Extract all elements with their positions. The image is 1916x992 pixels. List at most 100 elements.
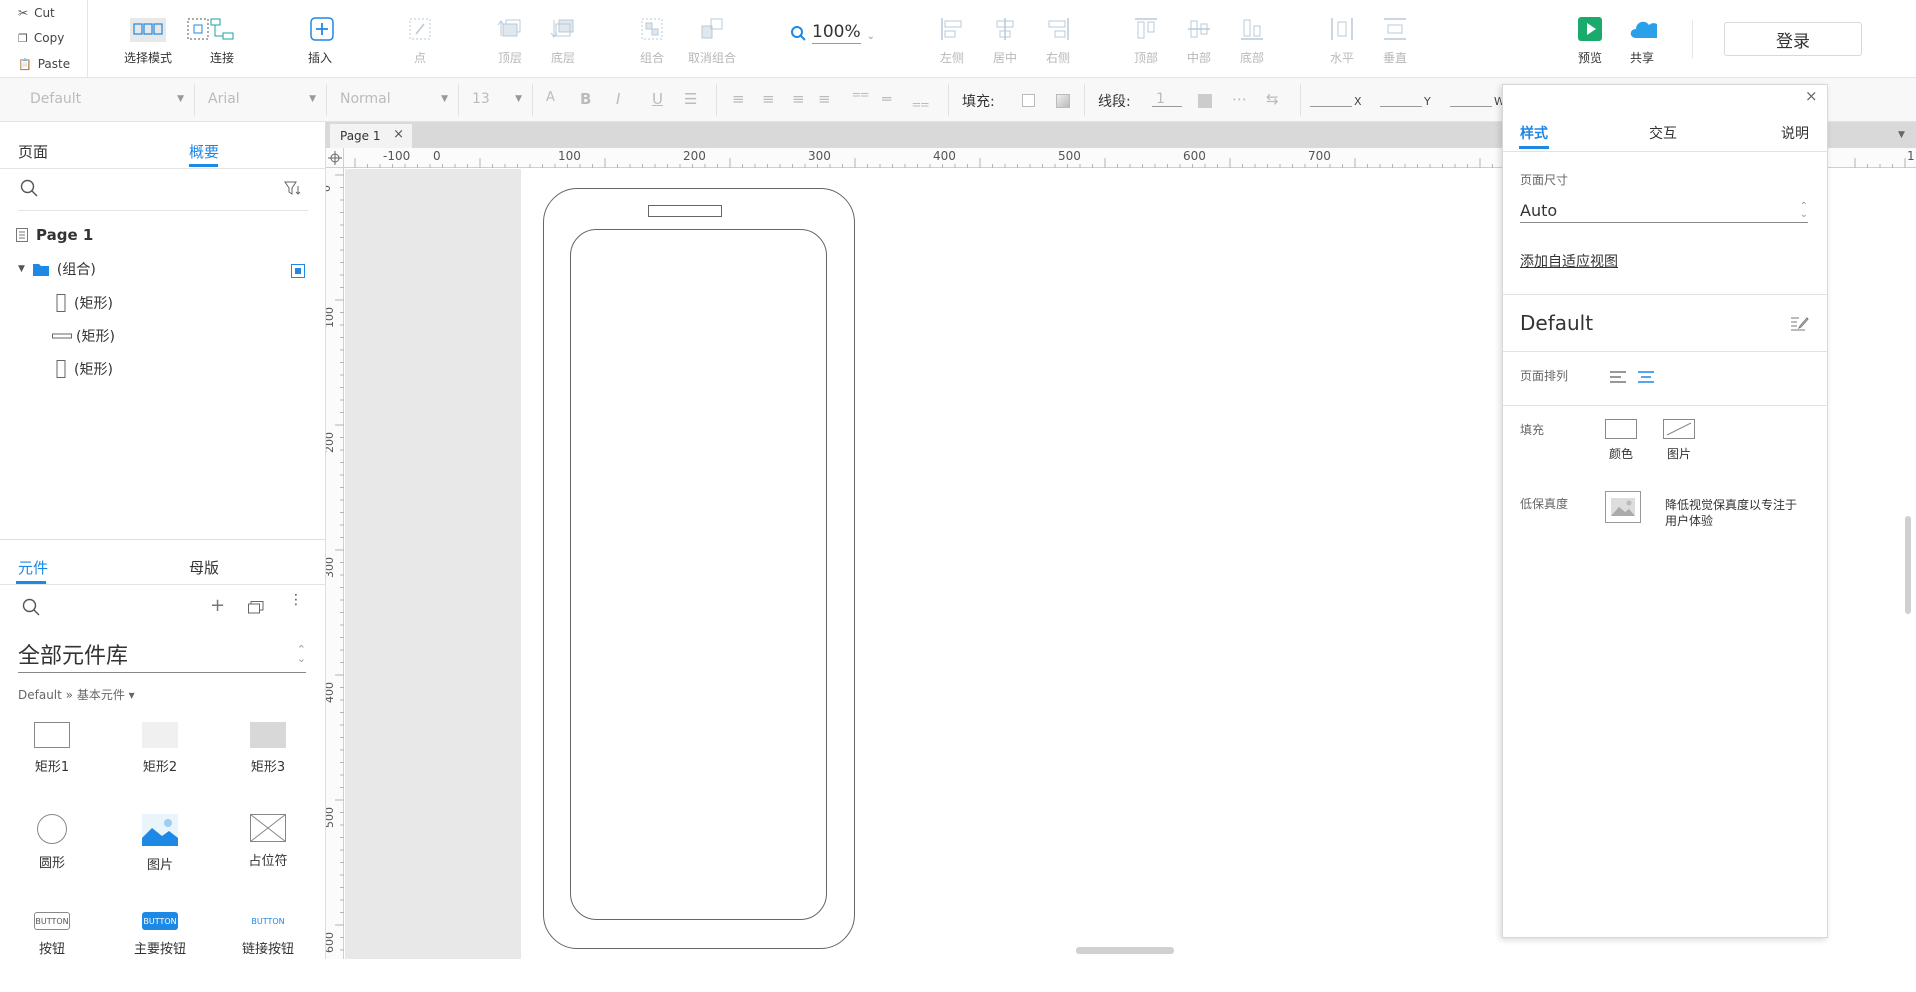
ruler-label: 200 [683,149,706,163]
tree-item-rect[interactable]: (矩形) [56,292,113,314]
tree-item-page[interactable]: Page 1 [16,224,93,246]
font-size-select[interactable]: 13 ▼ [462,88,522,110]
widget-placeholder[interactable]: 占位符 [228,814,308,894]
tab-outline[interactable]: 概要 [189,141,219,162]
x-input[interactable] [1310,106,1352,107]
widget-button[interactable]: BUTTON 按钮 [12,912,92,992]
tab-interactions[interactable]: 交互 [1649,123,1677,143]
login-button[interactable]: 登录 [1724,22,1862,56]
add-adaptive-view-link[interactable]: 添加自适应视图 [1520,251,1618,271]
phone-screen-rect[interactable] [570,229,827,920]
preview-button[interactable]: 预览 [1560,14,1620,70]
tab-widgets[interactable]: 元件 [18,557,48,578]
send-to-back-button[interactable]: 底层 [533,14,593,70]
page-tab[interactable]: Page 1 × [330,124,412,148]
fill-color-swatch[interactable] [1022,94,1035,107]
filter-icon[interactable] [284,180,302,196]
text-align-left-icon[interactable]: ≡ [732,90,745,108]
align-bottom-button[interactable]: 底部 [1222,14,1282,70]
tree-item-rect[interactable]: (矩形) [52,325,115,347]
zoom-control[interactable]: 100% ⌄ [790,22,875,44]
widget-circle[interactable]: 圆形 [12,814,92,894]
scissors-icon: ✂ [18,6,29,20]
align-left-button[interactable]: 左侧 [922,14,982,70]
select-contained-button[interactable] [140,14,209,44]
arrow-style-icon[interactable]: ⇆ [1266,90,1279,108]
copy-button[interactable]: ❐ Copy [18,28,64,48]
cut-button[interactable]: ✂ Cut [18,3,55,23]
ruler-origin[interactable] [326,148,344,168]
widget-rectangle3[interactable]: 矩形3 [228,722,308,802]
font-weight-select[interactable]: Normal ▼ [330,88,448,110]
underline-icon[interactable]: U [652,90,663,108]
close-icon[interactable]: × [1805,87,1818,105]
w-input[interactable] [1450,106,1492,107]
stroke-dash-icon[interactable]: ⋯ [1232,90,1247,108]
vertical-scrollbar[interactable] [1905,516,1911,614]
lowfi-toggle[interactable] [1605,491,1641,523]
tree-item-rect[interactable]: (矩形) [56,358,113,380]
phone-speaker-rect[interactable] [648,205,722,217]
group-button[interactable]: 组合 [622,14,682,70]
bring-front-icon [495,14,525,44]
valign-bottom-icon[interactable]: ⩵ [912,94,929,112]
font-color-icon[interactable]: A [546,90,555,105]
library-breadcrumb[interactable]: Default » 基本元件 ▾ [18,686,135,703]
align-center-button[interactable]: 居中 [975,14,1035,70]
fill-image-option[interactable]: 图片 [1663,419,1695,462]
phone-frame-group[interactable] [522,184,862,954]
selection-indicator-icon[interactable] [291,264,305,278]
horizontal-scrollbar[interactable] [1076,947,1174,954]
widget-link-button[interactable]: BUTTON 链接按钮 [228,912,308,992]
distribute-horizontal-button[interactable]: 水平 [1312,14,1372,70]
library-manager-icon[interactable] [248,600,264,614]
library-select[interactable]: 全部元件库 ⌃ ⌄ [18,638,306,673]
fill-color-option[interactable]: 颜色 [1605,419,1637,462]
paste-button[interactable]: 📋 Paste [18,54,70,74]
page-align-left-icon[interactable] [1609,370,1627,384]
widget-rectangle1[interactable]: 矩形1 [12,722,92,802]
text-align-right-icon[interactable]: ≡ [792,90,805,108]
widget-image[interactable]: 图片 [120,814,200,894]
add-library-icon[interactable]: + [210,595,225,616]
italic-icon[interactable]: I [616,90,620,108]
fill-gradient-swatch[interactable] [1056,94,1070,108]
text-justify-icon[interactable]: ≡ [818,90,831,108]
distribute-vertical-button[interactable]: 垂直 [1365,14,1425,70]
stroke-width-input[interactable]: 1 [1156,91,1165,107]
page-list-dropdown-icon[interactable]: ▼ [1898,130,1905,140]
tab-pages[interactable]: 页面 [18,141,48,162]
bold-icon[interactable]: B [580,90,591,108]
more-options-icon[interactable]: ⋮ [289,593,303,607]
share-button[interactable]: 共享 [1612,14,1672,70]
tab-style[interactable]: 样式 [1520,123,1548,143]
close-icon[interactable]: × [393,127,404,142]
insert-button[interactable]: 插入 [290,14,350,70]
align-top-button[interactable]: 顶部 [1116,14,1176,70]
connect-button[interactable]: 连接 [192,14,252,70]
align-right-button[interactable]: 右侧 [1028,14,1088,70]
search-icon[interactable] [20,179,38,197]
tab-notes[interactable]: 说明 [1781,123,1809,143]
page-size-select[interactable]: Auto ⌃ ⌄ [1520,201,1808,223]
point-button[interactable]: 点 [390,14,450,70]
edit-style-icon[interactable] [1789,314,1809,332]
widget-primary-button[interactable]: BUTTON 主要按钮 [120,912,200,992]
divider [1084,84,1085,116]
font-select[interactable]: Arial ▼ [200,88,316,110]
valign-middle-icon[interactable]: ═ [882,90,891,108]
style-select[interactable]: Default ▼ [14,88,184,110]
align-middle-button[interactable]: 中部 [1169,14,1229,70]
bring-to-front-button[interactable]: 顶层 [480,14,540,70]
text-align-center-icon[interactable]: ≡ [762,90,775,108]
search-icon[interactable] [22,598,40,616]
widget-rectangle2[interactable]: 矩形2 [120,722,200,802]
tab-masters[interactable]: 母版 [189,557,219,578]
bullet-list-icon[interactable]: ☰ [684,90,697,108]
valign-top-icon[interactable]: ⩵ [852,84,869,102]
stroke-color-swatch[interactable] [1198,94,1212,108]
tree-item-group[interactable]: ▼ (组合) [18,258,96,280]
y-input[interactable] [1380,106,1422,107]
ungroup-button[interactable]: 取消组合 [682,14,742,70]
page-align-center-icon[interactable] [1637,370,1655,384]
